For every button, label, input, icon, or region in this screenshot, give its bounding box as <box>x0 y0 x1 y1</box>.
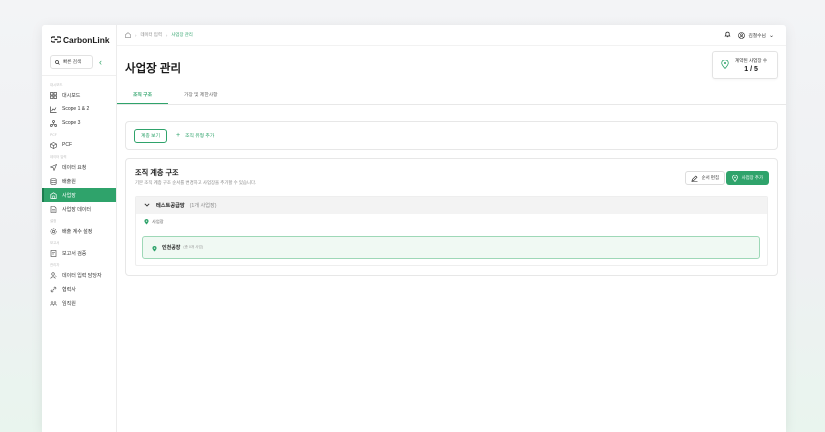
user-circle-icon <box>738 31 746 39</box>
sidebar-item-label: 대시보드 <box>62 92 81 99</box>
brand-name: CarbonLink <box>63 34 110 45</box>
pencil-icon <box>691 175 698 182</box>
add-site-button[interactable]: 사업장 추가 <box>725 171 769 185</box>
topbar: › 데이터 입력 › 사업장 관리 김철수님 ⌄ <box>117 25 786 46</box>
site-type-label: 사업장 <box>136 214 767 229</box>
cube-icon <box>49 141 57 149</box>
page-header: 사업장 관리 계약된 사업장 수 1 / 5 <box>117 46 786 86</box>
app-window: CarbonLink 빠른 검색 ‹ 대시보드 대시보드 Scope 1 & 2… <box>42 25 786 432</box>
contracted-sites-value: 1 / 5 <box>744 65 758 73</box>
sidebar-item-employees[interactable]: 임직원 <box>42 296 116 310</box>
site-name: 인천공장 <box>162 245 181 251</box>
sidebar-item-label: 협력사 <box>62 286 76 293</box>
site-row[interactable]: 인천공장 (총 0개 사업) <box>142 236 760 259</box>
report-icon <box>49 249 57 257</box>
sidebar-item-data-managers[interactable]: 데이터 입력 담당자 <box>42 268 116 282</box>
group-name: 테스트공급망 <box>156 203 185 209</box>
tab-bar: 조직 구조 가장 및 제한사항 <box>117 86 786 105</box>
contracted-sites-card: 계약된 사업장 수 1 / 5 <box>712 51 778 79</box>
search-icon <box>55 59 60 65</box>
breadcrumb-separator: › <box>135 32 137 38</box>
document-icon <box>49 205 57 213</box>
group-count: (1개 사업장) <box>189 203 217 209</box>
hierarchy-view-button[interactable]: 계층 보기 <box>134 128 167 143</box>
quick-search-label: 빠른 검색 <box>63 59 82 64</box>
sidebar-item-label: Scope 1 & 2 <box>62 106 90 112</box>
sidebar-item-pcf[interactable]: PCF <box>42 138 116 152</box>
add-org-type-button[interactable]: + 조직 유형 추가 <box>176 132 214 139</box>
database-icon <box>49 177 57 185</box>
chevron-down-icon: ⌄ <box>768 32 774 39</box>
section-description: 기본 조직 계층 구조 순서를 변경하고 사업장을 추가할 수 있습니다. <box>135 180 257 185</box>
location-pin-icon <box>721 56 729 74</box>
sidebar-item-label: PCF <box>62 142 72 148</box>
org-structure-card: 조직 계층 구조 기본 조직 계층 구조 순서를 변경하고 사업장을 추가할 수… <box>125 158 778 276</box>
group-header[interactable]: 테스트공급망 (1개 사업장) <box>136 197 767 214</box>
sidebar: CarbonLink 빠른 검색 ‹ 대시보드 대시보드 Scope 1 & 2… <box>42 25 117 432</box>
sidebar-item-scope-3[interactable]: Scope 3 <box>42 116 116 130</box>
network-icon <box>49 119 57 127</box>
sidebar-item-emission-factor[interactable]: 배출 계수 설정 <box>42 224 116 238</box>
gear-icon <box>49 227 57 235</box>
sidebar-item-label: 보고서 검증 <box>62 250 87 257</box>
sidebar-item-label: 데이터 요청 <box>62 164 87 171</box>
user-name: 김철수님 <box>748 33 766 39</box>
location-pin-icon <box>144 218 149 224</box>
tab-assumptions-limitations[interactable]: 가장 및 제한사항 <box>168 85 234 104</box>
bell-icon[interactable] <box>724 31 731 40</box>
sidebar-item-label: 임직원 <box>62 300 76 307</box>
user-icon <box>49 271 57 279</box>
sidebar-item-label: 사업장 <box>62 192 76 199</box>
link-icon <box>49 285 57 293</box>
send-icon <box>49 163 57 171</box>
quick-search-button[interactable]: 빠른 검색 <box>50 55 93 69</box>
brand-logo[interactable]: CarbonLink <box>42 29 116 50</box>
people-icon <box>49 299 57 307</box>
sidebar-item-label: 사업장 데이터 <box>62 206 91 213</box>
logo-icon <box>51 36 61 43</box>
sidebar-item-report-verify[interactable]: 보고서 검증 <box>42 246 116 260</box>
edit-order-button[interactable]: 순서 편집 <box>684 171 725 185</box>
contracted-sites-label: 계약된 사업장 수 <box>735 57 768 63</box>
grid-icon <box>49 91 57 99</box>
sidebar-item-label: 배출원 <box>62 178 76 185</box>
breadcrumb-current: 사업장 관리 <box>171 32 193 37</box>
collapse-sidebar-icon[interactable]: ‹ <box>99 57 102 67</box>
add-org-type-label: 조직 유형 추가 <box>185 134 215 139</box>
sidebar-item-scope-1-2[interactable]: Scope 1 & 2 <box>42 102 116 116</box>
site-type-text: 사업장 <box>152 218 164 224</box>
tab-org-structure[interactable]: 조직 구조 <box>117 85 168 104</box>
sidebar-item-data-request[interactable]: 데이터 요청 <box>42 160 116 174</box>
main-content: › 데이터 입력 › 사업장 관리 김철수님 ⌄ 사업장 관리 계약된 사업장 … <box>117 25 786 432</box>
add-site-label: 사업장 추가 <box>741 175 763 180</box>
plus-icon: + <box>176 132 181 139</box>
sidebar-item-label: 배출 계수 설정 <box>62 228 93 235</box>
page-title: 사업장 관리 <box>125 63 182 75</box>
sidebar-item-label: 데이터 입력 담당자 <box>62 272 102 279</box>
sidebar-item-dashboard[interactable]: 대시보드 <box>42 88 116 102</box>
user-menu[interactable]: 김철수님 ⌄ <box>738 31 774 39</box>
edit-order-label: 순서 편집 <box>701 175 719 180</box>
home-icon[interactable] <box>125 31 131 39</box>
breadcrumb-separator: › <box>165 32 168 38</box>
sidebar-item-partners[interactable]: 협력사 <box>42 282 116 296</box>
sidebar-item-site-data[interactable]: 사업장 데이터 <box>42 202 116 216</box>
site-subtext: (총 0개 사업) <box>183 245 204 249</box>
supply-chain-group: 테스트공급망 (1개 사업장) 사업장 인천공장 (총 0개 사업) <box>135 196 768 266</box>
location-pin-icon <box>731 174 738 182</box>
section-title: 조직 계층 구조 <box>135 168 179 177</box>
chevron-down-icon <box>144 202 150 209</box>
sidebar-item-sites[interactable]: 사업장 <box>42 188 116 202</box>
toolbar-card: 계층 보기 + 조직 유형 추가 <box>125 121 778 150</box>
building-icon <box>49 191 57 199</box>
breadcrumb-item[interactable]: 데이터 입력 <box>140 32 161 38</box>
location-pin-icon <box>152 239 157 257</box>
chart-icon <box>49 105 57 113</box>
sidebar-item-label: Scope 3 <box>62 120 81 126</box>
sidebar-item-emission-sources[interactable]: 배출원 <box>42 174 116 188</box>
